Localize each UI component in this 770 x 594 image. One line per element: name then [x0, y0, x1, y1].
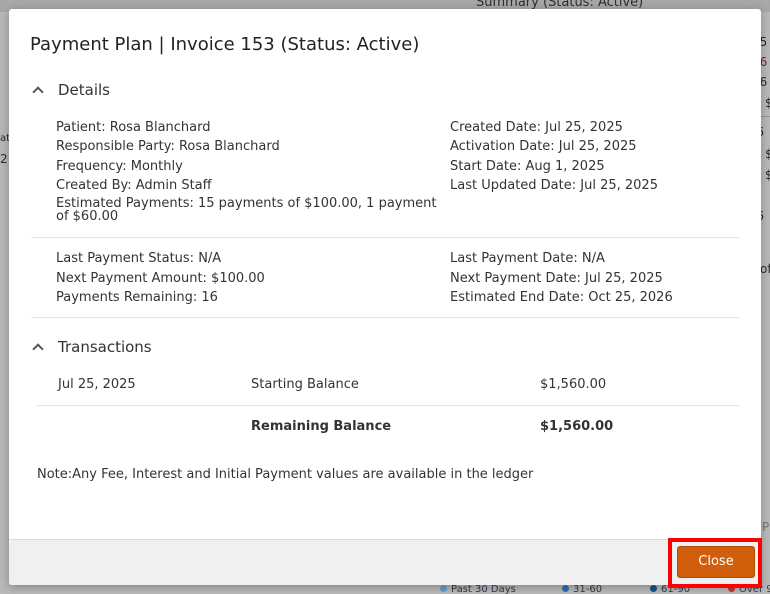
background-fragment: 2: [0, 152, 8, 166]
remaining-balance-label: Remaining Balance: [251, 419, 392, 434]
next-payment-amount-field: Next Payment Amount: $100.00: [56, 271, 265, 286]
start-date-field: Start Date: Aug 1, 2025: [450, 159, 605, 174]
transaction-description: Starting Balance: [251, 377, 359, 392]
section-divider: [31, 317, 739, 318]
estimated-end-date-field: Estimated End Date: Oct 25, 2026: [450, 290, 673, 305]
background-fragment: $: [765, 147, 770, 161]
transactions-section-title: Transactions: [58, 338, 152, 356]
created-date-field: Created Date: Jul 25, 2025: [450, 120, 623, 135]
background-fragment: $: [765, 168, 770, 182]
background-fragment: $: [765, 96, 770, 110]
chevron-up-icon: [32, 343, 44, 355]
responsible-party-field: Responsible Party: Rosa Blanchard: [56, 139, 280, 154]
transactions-divider: [37, 405, 739, 406]
background-fragment: of: [760, 262, 770, 276]
patient-field: Patient: Rosa Blanchard: [56, 120, 211, 135]
created-by-field: Created By: Admin Staff: [56, 178, 212, 193]
payment-plan-modal: Payment Plan | Invoice 153 (Status: Acti…: [9, 9, 761, 585]
details-divider: [31, 237, 739, 238]
legend-dot-icon: [440, 585, 447, 592]
details-section-toggle[interactable]: Details: [30, 81, 110, 99]
legend-dot-icon: [650, 585, 657, 592]
frequency-field: Frequency: Monthly: [56, 159, 183, 174]
last-payment-date-field: Last Payment Date: N/A: [450, 251, 605, 266]
background-legend-item: 31-60: [562, 584, 602, 594]
transactions-section-toggle[interactable]: Transactions: [30, 338, 152, 356]
last-payment-status-field: Last Payment Status: N/A: [56, 251, 222, 266]
estimated-payments-field: Estimated Payments: 15 payments of $100.…: [56, 196, 437, 224]
modal-title: Payment Plan | Invoice 153 (Status: Acti…: [30, 34, 420, 55]
last-updated-date-field: Last Updated Date: Jul 25, 2025: [450, 178, 658, 193]
modal-footer: [9, 539, 761, 585]
remaining-balance-amount: $1,560.00: [540, 419, 614, 434]
details-section-title: Details: [58, 81, 111, 99]
transaction-amount: $1,560.00: [540, 377, 607, 392]
legend-dot-icon: [562, 585, 569, 592]
next-payment-date-field: Next Payment Date: Jul 25, 2025: [450, 271, 663, 286]
chevron-up-icon: [32, 86, 44, 98]
activation-date-field: Activation Date: Jul 25, 2025: [450, 139, 637, 154]
payments-remaining-field: Payments Remaining: 16: [56, 290, 218, 305]
close-button[interactable]: Close: [677, 546, 755, 578]
background-legend-item: Past 30 Days: [440, 584, 516, 594]
transaction-date: Jul 25, 2025: [58, 377, 136, 392]
background-fragment: P: [762, 520, 770, 534]
ledger-note: Note:Any Fee, Interest and Initial Payme…: [37, 467, 534, 482]
